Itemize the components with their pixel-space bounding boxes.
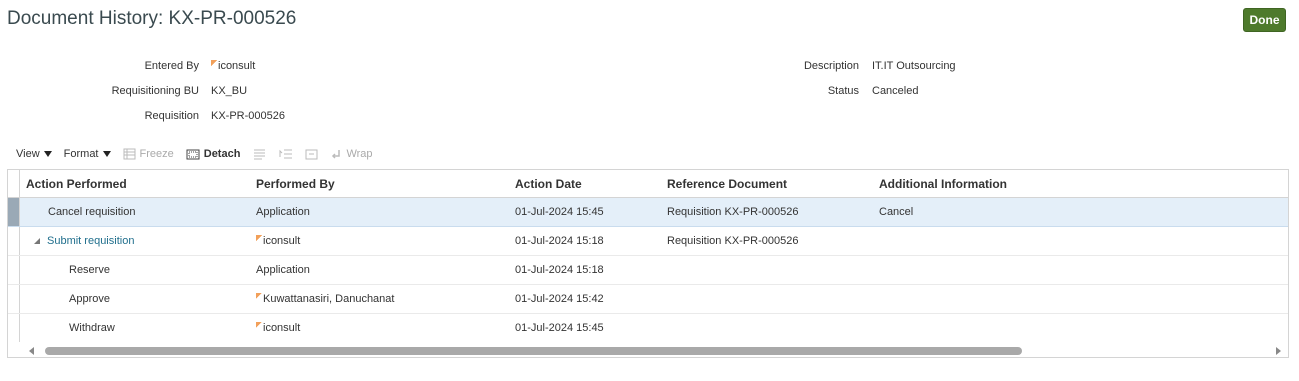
detach-icon xyxy=(186,149,200,160)
table-row[interactable]: Reserve Application 01-Jul-2024 15:18 xyxy=(8,256,1288,285)
row-selector[interactable] xyxy=(8,314,20,343)
table-row[interactable]: Cancel requisition Application 01-Jul-20… xyxy=(8,198,1288,227)
format-menu[interactable]: Format xyxy=(64,148,111,160)
freeze-icon xyxy=(123,148,135,160)
reference-cell: Requisition KX-PR-000526 xyxy=(667,235,799,247)
action-date-cell: 01-Jul-2024 15:18 xyxy=(515,235,604,247)
page-title: Document History: KX-PR-000526 xyxy=(7,8,297,29)
row-selector[interactable] xyxy=(8,227,20,255)
requisition-label: Requisition xyxy=(144,110,199,122)
action-date-cell: 01-Jul-2024 15:45 xyxy=(515,206,604,218)
action-cell: Approve xyxy=(69,293,110,305)
entered-by-value: iconsult xyxy=(211,60,255,72)
action-cell: Withdraw xyxy=(69,322,115,334)
description-label: Description xyxy=(803,60,859,72)
indent-icon[interactable] xyxy=(278,148,294,160)
scroll-right-arrow-icon[interactable] xyxy=(1276,347,1281,355)
req-bu-label: Requisitioning BU xyxy=(111,85,199,97)
status-value: Canceled xyxy=(872,85,919,97)
performed-by-cell: Application xyxy=(256,206,310,218)
table-row[interactable]: Submit requisition iconsult 01-Jul-2024 … xyxy=(8,227,1288,256)
view-menu[interactable]: View xyxy=(16,148,52,160)
row-header-corner xyxy=(8,170,20,197)
scroll-left-arrow-icon[interactable] xyxy=(29,347,34,355)
reference-cell: Requisition KX-PR-000526 xyxy=(667,206,799,218)
description-value: IT.IT Outsourcing xyxy=(872,60,956,72)
col-action-performed[interactable]: Action Performed xyxy=(26,177,127,191)
caret-down-icon xyxy=(43,151,52,157)
col-additional-information[interactable]: Additional Information xyxy=(879,177,1007,191)
performed-by-cell: Kuwattanasiri, Danuchanat xyxy=(256,293,394,305)
action-date-cell: 01-Jul-2024 15:42 xyxy=(515,293,604,305)
row-selector[interactable] xyxy=(8,256,20,284)
scrollbar-thumb[interactable] xyxy=(45,347,1022,355)
history-table: Action Performed Performed By Action Dat… xyxy=(7,169,1289,358)
done-button[interactable]: Done xyxy=(1243,8,1286,32)
action-cell: Submit requisition xyxy=(34,235,134,247)
horizontal-scrollbar[interactable] xyxy=(8,342,1288,357)
performed-by-cell: Application xyxy=(256,264,310,276)
req-bu-value: KX_BU xyxy=(211,85,248,97)
row-selector[interactable] xyxy=(8,198,20,226)
row-selector[interactable] xyxy=(8,285,20,313)
person-flag-icon xyxy=(256,235,262,241)
collapse-icon[interactable] xyxy=(304,148,320,160)
submit-requisition-link[interactable]: Submit requisition xyxy=(47,235,134,247)
col-performed-by[interactable]: Performed By xyxy=(256,177,335,191)
table-row[interactable]: Approve Kuwattanasiri, Danuchanat 01-Jul… xyxy=(8,285,1288,314)
action-date-cell: 01-Jul-2024 15:18 xyxy=(515,264,604,276)
freeze-button[interactable]: Freeze xyxy=(123,148,174,160)
person-flag-icon xyxy=(256,322,262,328)
person-flag-icon xyxy=(211,60,217,66)
detach-button[interactable]: Detach xyxy=(186,148,240,160)
performed-by-cell: iconsult xyxy=(256,322,300,334)
performed-by-cell: iconsult xyxy=(256,235,300,247)
caret-down-icon xyxy=(102,151,111,157)
info-cell: Cancel xyxy=(879,206,914,218)
person-flag-icon xyxy=(256,293,262,299)
table-header: Action Performed Performed By Action Dat… xyxy=(8,170,1288,198)
action-cell: Cancel requisition xyxy=(48,206,136,218)
col-action-date[interactable]: Action Date xyxy=(515,177,582,191)
table-toolbar: View Format Freeze Detach Wrap xyxy=(16,146,385,162)
wrap-button[interactable]: Wrap xyxy=(330,148,373,160)
requisition-value: KX-PR-000526 xyxy=(211,110,285,122)
expand-triangle-icon[interactable] xyxy=(34,238,40,244)
status-label: Status xyxy=(827,85,859,97)
entered-by-label: Entered By xyxy=(144,60,199,72)
table-row[interactable]: Withdraw iconsult 01-Jul-2024 15:45 xyxy=(8,314,1288,343)
action-cell: Reserve xyxy=(69,264,110,276)
wrap-icon xyxy=(332,150,341,159)
action-date-cell: 01-Jul-2024 15:45 xyxy=(515,322,604,334)
wrap-rows-icon[interactable] xyxy=(252,148,268,160)
col-reference-document[interactable]: Reference Document xyxy=(667,177,787,191)
